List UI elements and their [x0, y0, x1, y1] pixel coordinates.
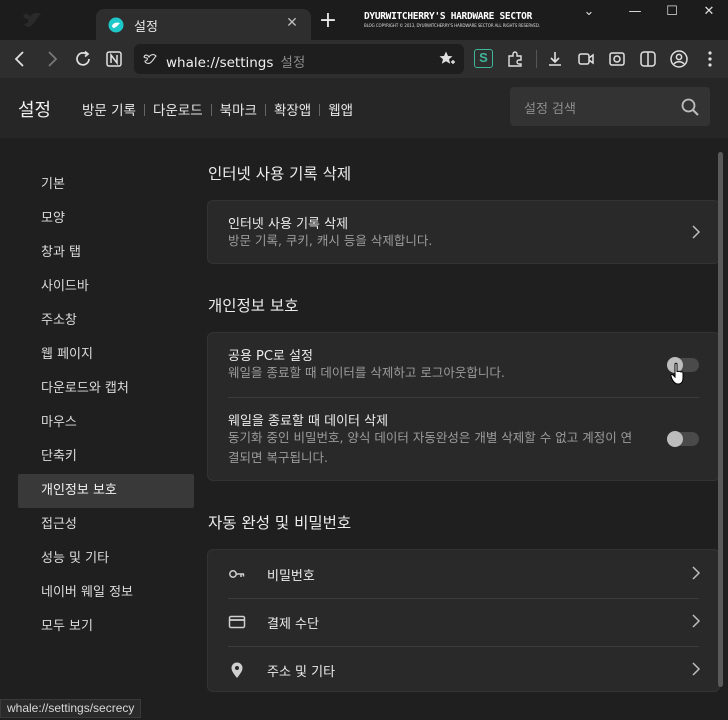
sidebar-item-web-page[interactable]: 웹 페이지: [18, 338, 194, 372]
link-webapps[interactable]: 웹앱: [328, 99, 353, 119]
sidebar-item-basic[interactable]: 기본: [18, 168, 194, 202]
bookmark-star-icon[interactable]: [438, 50, 456, 68]
settings-sidebar: 기본 모양 창과 탭 사이드바 주소창 웹 페이지 다운로드와 캡처 마우스 단…: [18, 168, 194, 644]
search-placeholder: 설정 검색: [524, 102, 576, 117]
watermark-subtitle: BLOG COPYRIGHT © 2013, DYURWITCHERRY'S H…: [364, 23, 541, 28]
row-divider: [228, 397, 699, 398]
link-downloads[interactable]: 다운로드: [153, 99, 203, 119]
autofill-row-payment[interactable]: 결제 수단: [208, 598, 719, 646]
clear-on-exit-toggle[interactable]: [667, 431, 699, 447]
clear-on-exit-title: 웨일을 종료할 때 데이터 삭제: [228, 414, 389, 429]
url-text: whale://settings: [166, 55, 274, 71]
autofill-label: 주소 및 기타: [267, 665, 336, 680]
clear-on-exit-description-line1: 동기화 중인 비밀번호, 양식 데이터 자동완성은 개별 삭제할 수 없고 계정…: [228, 430, 633, 445]
whale-favicon-icon: [108, 17, 124, 33]
url-suffix: 설정: [280, 55, 306, 71]
public-pc-description: 웨일을 종료할 때 데이터를 삭제하고 로그아웃합니다.: [228, 365, 505, 380]
tab-settings[interactable]: 설정 ✕: [96, 9, 311, 40]
location-pin-icon: [231, 662, 243, 678]
autofill-label: 결제 수단: [267, 617, 319, 632]
toolbar-divider: [536, 50, 537, 68]
autofill-row-passwords[interactable]: 비밀번호: [208, 550, 719, 598]
capture-icon[interactable]: [607, 49, 627, 69]
minimize-button[interactable]: —: [620, 4, 650, 26]
toggle-knob: [667, 431, 683, 447]
extension-s-icon[interactable]: S: [474, 49, 493, 68]
sidebar-item-address-bar[interactable]: 주소창: [18, 304, 194, 338]
tab-close-icon[interactable]: ✕: [283, 15, 301, 31]
link-separator: [210, 104, 212, 116]
address-url: whale://settings 설정: [166, 51, 305, 71]
more-menu-icon[interactable]: [700, 49, 720, 69]
link-separator: [143, 104, 145, 116]
back-icon[interactable]: [10, 49, 30, 69]
clear-history-card[interactable]: 인터넷 사용 기록 삭제 방문 기록, 쿠키, 캐시 등을 삭제합니다.: [207, 200, 720, 264]
address-bar[interactable]: whale://settings 설정: [134, 44, 464, 74]
whale-app-icon[interactable]: [20, 8, 44, 32]
tab-search-chevron-icon[interactable]: ⌄: [574, 4, 604, 26]
clear-on-exit-description-line2: 결되면 복구됩니다.: [228, 450, 328, 465]
sidebar-item-performance[interactable]: 성능 및 기타: [18, 542, 194, 576]
clear-history-title: 인터넷 사용 기록 삭제: [228, 217, 349, 232]
sidebar-item-appearance[interactable]: 모양: [18, 202, 194, 236]
link-separator: [319, 104, 321, 116]
link-extensions[interactable]: 확장앱: [274, 99, 311, 119]
section-title-privacy: 개인정보 보호: [208, 297, 299, 315]
link-bookmarks[interactable]: 북마크: [220, 99, 257, 119]
chevron-right-icon: [692, 614, 701, 628]
page-title: 설정: [18, 100, 52, 121]
sidebar-item-shortcuts[interactable]: 단축키: [18, 440, 194, 474]
tab-title: 설정: [134, 20, 158, 35]
profile-icon[interactable]: [669, 49, 689, 69]
download-icon[interactable]: [545, 49, 565, 69]
sidebar-item-mouse[interactable]: 마우스: [18, 406, 194, 440]
split-view-icon[interactable]: [638, 49, 658, 69]
clear-history-description: 방문 기록, 쿠키, 캐시 등을 삭제합니다.: [228, 233, 433, 248]
section-title-history: 인터넷 사용 기록 삭제: [208, 165, 352, 183]
video-icon[interactable]: [576, 49, 596, 69]
new-tab-button[interactable]: +: [318, 10, 338, 32]
sidebar-item-downloads-capture[interactable]: 다운로드와 캡처: [18, 372, 194, 406]
sidebar-item-sidebar[interactable]: 사이드바: [18, 270, 194, 304]
privacy-card: 공용 PC로 설정 웨일을 종료할 때 데이터를 삭제하고 로그아웃합니다. 웨…: [207, 332, 720, 481]
key-icon: [229, 570, 245, 578]
chevron-right-icon: [692, 566, 701, 580]
autofill-label: 비밀번호: [267, 569, 315, 584]
watermark-title: DYURWITCHERRY'S HARDWARE SECTOR: [364, 11, 533, 22]
link-history[interactable]: 방문 기록: [82, 99, 136, 119]
page-scrollbar[interactable]: [718, 152, 723, 687]
chevron-right-icon: [692, 662, 701, 676]
whale-page-icon: [143, 54, 157, 64]
extensions-puzzle-icon[interactable]: [505, 49, 525, 69]
sidebar-item-windows-tabs[interactable]: 창과 탭: [18, 236, 194, 270]
header-links: 방문 기록 다운로드 북마크 확장앱 웹앱: [82, 99, 353, 119]
settings-search-input[interactable]: 설정 검색: [510, 87, 710, 126]
sidebar-item-about[interactable]: 네이버 웨일 정보: [18, 576, 194, 610]
close-window-button[interactable]: ✕: [694, 4, 724, 26]
chevron-right-icon: [692, 225, 701, 239]
sidebar-item-show-all[interactable]: 모두 보기: [18, 610, 194, 644]
tab-strip: 설정 ✕ + DYURWITCHERRY'S HARDWARE SECTOR B…: [0, 0, 728, 40]
search-icon[interactable]: [680, 97, 700, 117]
naver-home-icon[interactable]: [104, 49, 124, 69]
autofill-card: 비밀번호 결제 수단 주소 및 기타: [207, 549, 720, 692]
sidebar-item-privacy[interactable]: 개인정보 보호: [18, 474, 194, 508]
toolbar: whale://settings 설정 S: [0, 40, 728, 78]
reload-icon[interactable]: [73, 49, 93, 69]
credit-card-icon: [228, 615, 246, 629]
section-title-autofill: 자동 완성 및 비밀번호: [208, 514, 352, 532]
maximize-button[interactable]: ☐: [657, 4, 687, 26]
autofill-row-addresses[interactable]: 주소 및 기타: [208, 646, 719, 693]
hand-cursor-icon: [670, 362, 684, 385]
settings-header: 설정 방문 기록 다운로드 북마크 확장앱 웹앱 설정 검색: [0, 78, 728, 138]
forward-icon[interactable]: [42, 49, 62, 69]
status-bar-url: whale://settings/secrecy: [0, 699, 142, 718]
public-pc-title: 공용 PC로 설정: [228, 349, 313, 364]
sidebar-item-accessibility[interactable]: 접근성: [18, 508, 194, 542]
watermark: DYURWITCHERRY'S HARDWARE SECTOR BLOG COP…: [364, 11, 541, 28]
link-separator: [264, 104, 266, 116]
